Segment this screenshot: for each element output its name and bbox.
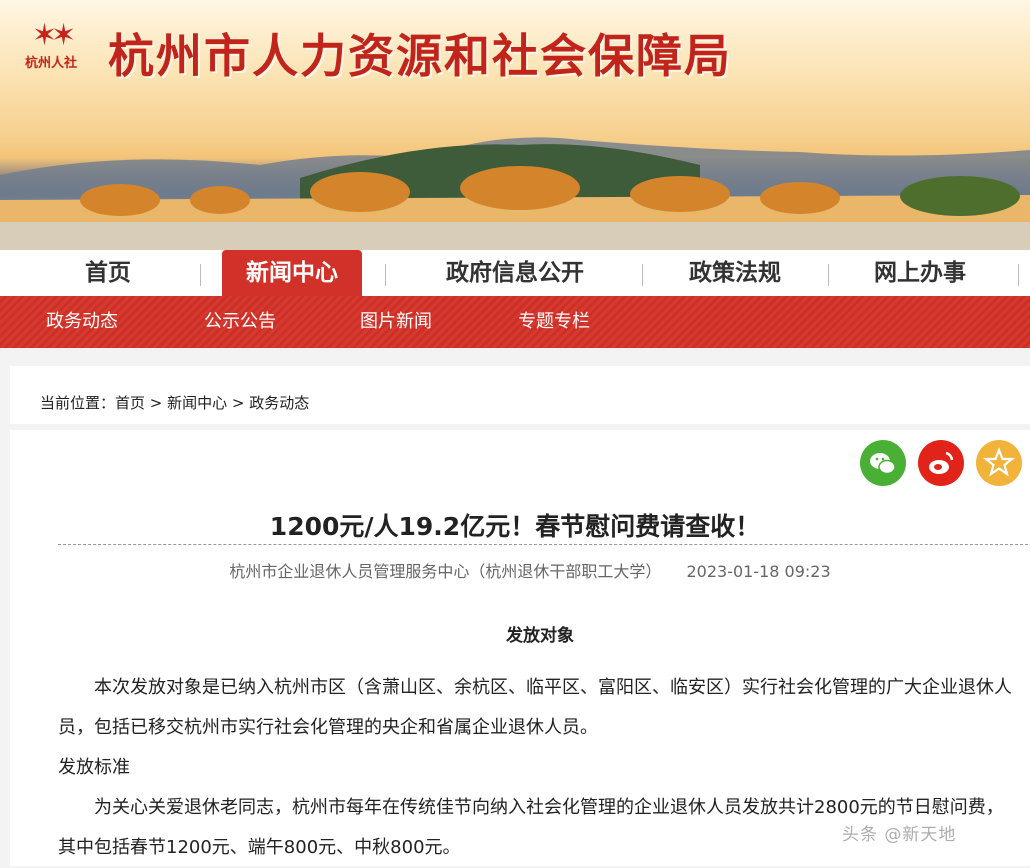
article-paragraph: 本次发放对象是已纳入杭州市区（含萧山区、余杭区、临平区、富阳区、临安区）实行社会… bbox=[58, 677, 1012, 738]
nav-divider bbox=[828, 264, 829, 286]
nav-divider bbox=[1018, 264, 1019, 286]
wechat-share-button[interactable] bbox=[860, 440, 906, 486]
header-banner: ✶✶ 杭州人社 杭州市人力资源和社会保障局 bbox=[0, 0, 1030, 250]
weibo-icon bbox=[929, 451, 954, 474]
breadcrumb-text[interactable]: 当前位置：首页 > 新闻中心 > 政务动态 bbox=[40, 392, 309, 413]
favorite-star-icon bbox=[982, 446, 1016, 477]
section-heading: 发放对象 bbox=[506, 626, 574, 646]
logo-text: 杭州人社 bbox=[24, 56, 77, 71]
site-logo[interactable]: ✶✶ 杭州人社 bbox=[6, 18, 96, 72]
nav-item-online-service[interactable]: 网上办事 bbox=[850, 250, 990, 296]
article-title: 1200元/人19.2亿元！春节慰问费请查收！ bbox=[269, 512, 761, 541]
logo-figures-icon: ✶✶ bbox=[31, 18, 76, 53]
subnav-item-special-topics[interactable]: 专题专栏 bbox=[518, 296, 590, 348]
article-meta: 杭州市企业退休人员管理服务中心（杭州退休干部职工大学） 2023-01-18 0… bbox=[0, 558, 1030, 582]
nav-item-policy[interactable]: 政策法规 bbox=[665, 250, 805, 296]
watermark: 头条 @新天地 bbox=[842, 825, 957, 845]
article-source: 杭州市企业退休人员管理服务中心（杭州退休干部职工大学） bbox=[229, 562, 662, 581]
nav-item-home[interactable]: 首页 bbox=[60, 250, 156, 296]
site-title: 杭州市人力资源和社会保障局 bbox=[108, 29, 732, 83]
nav-divider bbox=[385, 264, 386, 286]
section-heading: 发放标准 bbox=[58, 757, 130, 778]
subnav-item-photo-news[interactable]: 图片新闻 bbox=[360, 296, 432, 348]
breadcrumb: 当前位置：首页 > 新闻中心 > 政务动态 bbox=[10, 366, 1030, 424]
wechat-icon bbox=[870, 453, 896, 475]
weibo-share-button[interactable] bbox=[918, 440, 964, 486]
favorite-button[interactable] bbox=[976, 440, 1022, 486]
subnav-item-gov-news[interactable]: 政务动态 bbox=[46, 296, 118, 348]
nav-divider bbox=[642, 264, 643, 286]
article-date: 2023-01-18 09:23 bbox=[686, 562, 831, 581]
main-nav: 首页 新闻中心 政府信息公开 政策法规 网上办事 bbox=[0, 250, 1030, 296]
sub-nav: 政务动态 公示公告 图片新闻 专题专栏 bbox=[0, 296, 1030, 348]
subnav-item-announcements[interactable]: 公示公告 bbox=[204, 296, 276, 348]
nav-item-news-center[interactable]: 新闻中心 bbox=[222, 250, 362, 296]
nav-item-gov-info[interactable]: 政府信息公开 bbox=[420, 250, 610, 296]
nav-divider bbox=[200, 264, 201, 286]
title-divider bbox=[58, 544, 1028, 545]
